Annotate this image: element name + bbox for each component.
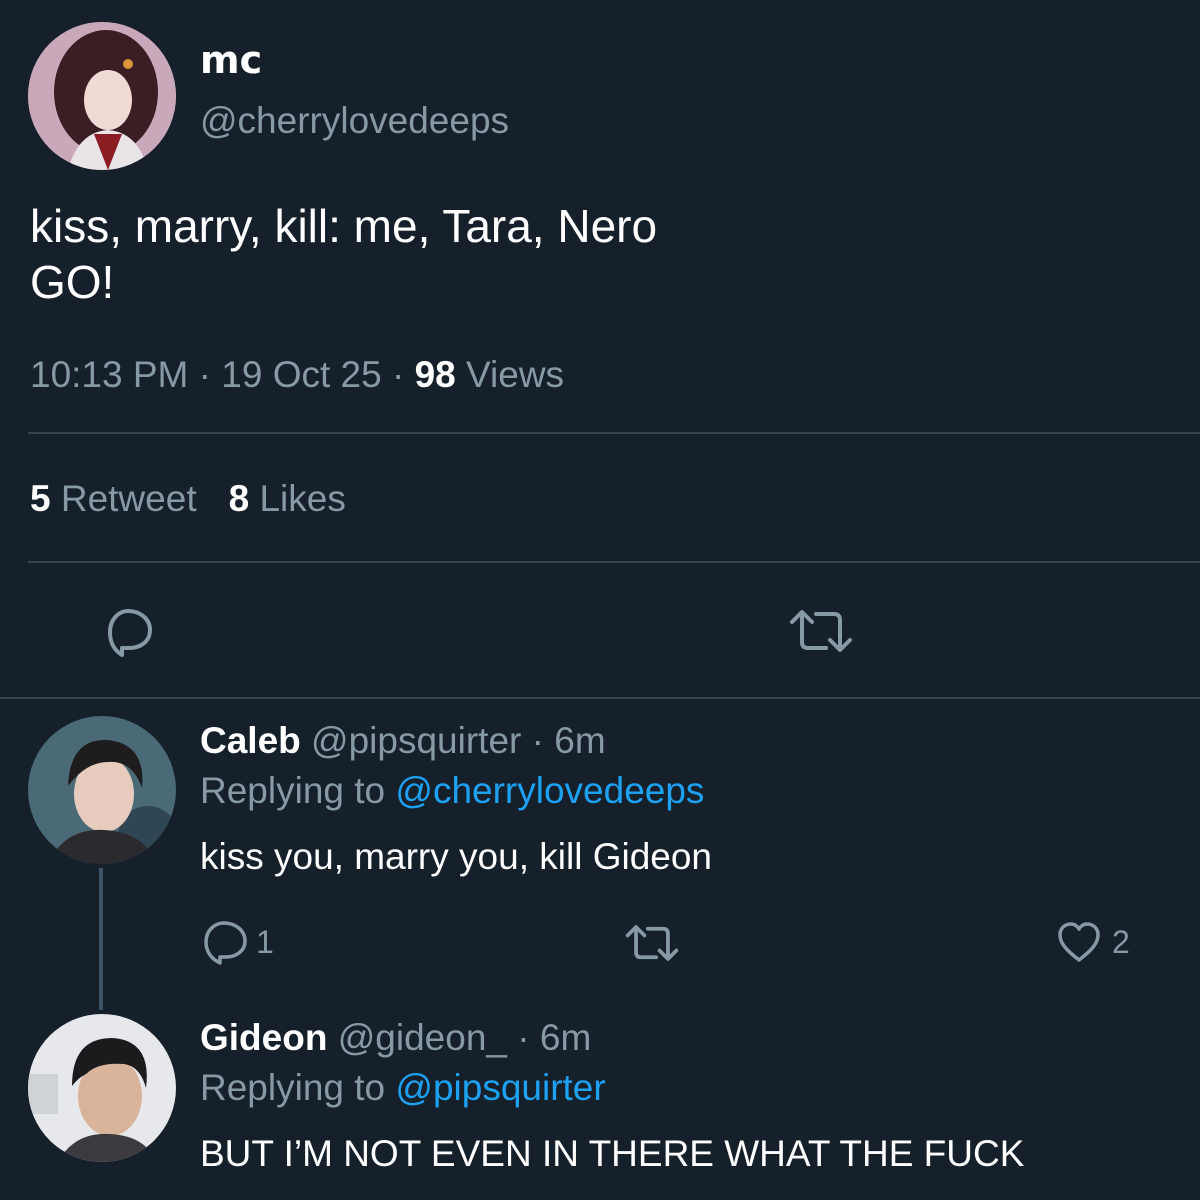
retweet-count: 5 xyxy=(30,478,51,519)
reply-header: Gideon @gideon_ · 6m xyxy=(200,1017,591,1059)
likes-count: 8 xyxy=(228,478,250,519)
reply-avatar-gideon[interactable] xyxy=(28,1014,176,1162)
views-label: Views xyxy=(466,354,565,395)
tweet-time: 10:13 PM xyxy=(30,354,189,395)
replying-mention[interactable]: @cherrylovedeeps xyxy=(395,770,704,811)
author-handle[interactable]: @cherrylovedeeps xyxy=(200,100,509,142)
tweet-date: 19 Oct 25 xyxy=(221,354,382,395)
meta-separator: · xyxy=(391,354,405,395)
reply-reply-button[interactable] xyxy=(200,918,250,966)
divider xyxy=(0,697,1200,699)
like-count: 2 xyxy=(1112,924,1130,960)
reply-time: · 6m xyxy=(517,1017,592,1058)
views-count: 98 xyxy=(414,354,456,395)
reply-retweet-button[interactable] xyxy=(624,922,680,964)
retweet-icon xyxy=(625,925,679,961)
reply-bubble-icon xyxy=(108,609,152,657)
replying-prefix: Replying to xyxy=(200,1067,386,1108)
likes-label: Likes xyxy=(259,478,346,519)
replying-to: Replying to @cherrylovedeeps xyxy=(200,770,704,812)
reply-author-name[interactable]: Gideon xyxy=(200,1017,327,1058)
reply-bubble-icon xyxy=(204,921,247,965)
reply-count: 1 xyxy=(256,924,274,960)
reply-button[interactable] xyxy=(100,603,156,657)
reply-author-handle[interactable]: @gideon_ xyxy=(338,1017,507,1058)
tweet-text: kiss, marry, kill: me, Tara, Nero GO! xyxy=(30,200,658,308)
heart-icon xyxy=(1058,922,1100,962)
reply-header: Caleb @pipsquirter · 6m xyxy=(200,720,606,762)
retweet-label: Retweet xyxy=(60,478,197,519)
reply-avatar-caleb[interactable] xyxy=(28,716,176,864)
retweet-icon xyxy=(790,610,852,652)
divider xyxy=(28,561,1200,563)
author-display-name[interactable]: mc xyxy=(200,38,262,82)
thread-connector xyxy=(99,868,103,1010)
likes-stat[interactable]: 8 Likes xyxy=(229,478,346,519)
reply-like-button[interactable] xyxy=(1056,920,1102,964)
divider xyxy=(28,432,1200,434)
retweet-button[interactable] xyxy=(788,606,854,656)
reply-text: kiss you, marry you, kill Gideon xyxy=(200,836,713,877)
reply-text: BUT I’M NOT EVEN IN THERE WHAT THE FUCK xyxy=(200,1133,1025,1174)
meta-separator: · xyxy=(198,354,211,395)
replying-mention[interactable]: @pipsquirter xyxy=(395,1067,605,1108)
tweet-stats: 5 Retweet 8 Likes xyxy=(30,478,346,520)
author-avatar[interactable] xyxy=(28,22,176,170)
replying-to: Replying to @pipsquirter xyxy=(200,1067,606,1109)
reply-author-handle[interactable]: @pipsquirter xyxy=(311,720,521,761)
reply-author-name[interactable]: Caleb xyxy=(200,720,301,761)
tweet-meta: 10:13 PM · 19 Oct 25 · 98 Views xyxy=(30,354,564,396)
replying-prefix: Replying to xyxy=(200,770,386,811)
retweet-stat[interactable]: 5 Retweet xyxy=(30,478,197,519)
reply-time: · 6m xyxy=(531,720,606,761)
